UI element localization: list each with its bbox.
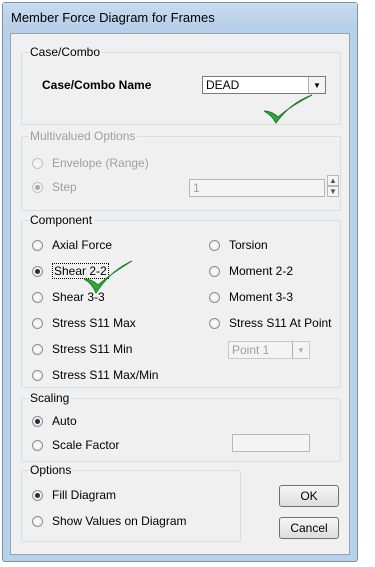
envelope-radio-row[interactable]: Envelope (Range) [32, 155, 149, 171]
show-values-row[interactable]: Show Values on Diagram [32, 513, 187, 529]
axial-force-radio[interactable] [32, 239, 43, 251]
point-select[interactable]: Point 1 ▼ [228, 341, 310, 359]
ok-button[interactable]: OK [279, 485, 339, 507]
shear-3-3-radio[interactable] [32, 291, 43, 303]
fill-diagram-radio[interactable] [32, 489, 43, 501]
step-spinner[interactable]: ▲ ▼ [327, 175, 339, 199]
step-value: 1 [193, 181, 200, 195]
cancel-button[interactable]: Cancel [279, 517, 339, 539]
stress-s11-max-label: Stress S11 Max [52, 316, 136, 330]
auto-radio-row[interactable]: Auto [32, 413, 77, 429]
point-selected-value: Point 1 [232, 343, 270, 357]
window-title: Member Force Diagram for Frames [11, 10, 215, 25]
dialog-body: Case/Combo Case/Combo Name DEAD ▼ Multiv… [10, 33, 350, 555]
scale-factor-radio-row[interactable]: Scale Factor [32, 437, 119, 453]
stress-s11-at-point-label: Stress S11 At Point [229, 316, 332, 330]
case-combo-name-label: Case/Combo Name [42, 78, 152, 92]
step-radio[interactable] [32, 181, 43, 193]
scale-factor-label: Scale Factor [52, 438, 120, 452]
green-checkmark-icon [263, 94, 313, 124]
scale-factor-radio[interactable] [32, 439, 43, 451]
moment-3-3-label: Moment 3-3 [229, 290, 294, 304]
stress-s11-min-radio[interactable] [32, 343, 43, 355]
step-radio-row[interactable]: Step [32, 179, 77, 195]
radio-row-stress-s11-maxmin[interactable]: Stress S11 Max/Min [32, 367, 158, 383]
multivalued-options-group: Multivalued Options Envelope (Range) Ste… [21, 129, 341, 211]
auto-radio[interactable] [32, 415, 43, 427]
case-combo-legend: Case/Combo [28, 45, 103, 59]
green-checkmark-icon [83, 260, 133, 295]
component-group: Component Axial Force Shear 2-2 Shear 3-… [21, 213, 341, 388]
shear-2-2-radio[interactable] [32, 265, 43, 277]
fill-diagram-label: Fill Diagram [52, 488, 117, 502]
moment-2-2-label: Moment 2-2 [229, 264, 294, 278]
radio-row-moment-3-3[interactable]: Moment 3-3 [209, 289, 293, 305]
moment-3-3-radio[interactable] [209, 291, 220, 303]
torsion-radio[interactable] [209, 239, 220, 251]
fill-diagram-row[interactable]: Fill Diagram [32, 487, 116, 503]
dialog-window: Member Force Diagram for Frames Case/Com… [2, 2, 358, 562]
step-input[interactable]: 1 [189, 179, 325, 197]
options-group: Options Fill Diagram Show Values on Diag… [21, 463, 241, 542]
case-combo-selected-value: DEAD [206, 78, 240, 92]
scale-factor-input[interactable] [232, 434, 310, 452]
multivalued-legend: Multivalued Options [28, 129, 138, 143]
show-values-label: Show Values on Diagram [52, 514, 187, 528]
stress-s11-at-point-radio[interactable] [209, 317, 220, 329]
component-legend: Component [28, 213, 95, 227]
auto-label: Auto [52, 414, 77, 428]
options-legend: Options [28, 463, 74, 477]
envelope-label: Envelope (Range) [52, 156, 149, 170]
title-bar[interactable]: Member Force Diagram for Frames [3, 3, 357, 31]
radio-row-torsion[interactable]: Torsion [209, 237, 268, 253]
radio-row-stress-s11-at-point[interactable]: Stress S11 At Point [209, 315, 332, 331]
scaling-group: Scaling Auto Scale Factor [21, 391, 341, 462]
stress-s11-maxmin-label: Stress S11 Max/Min [52, 368, 159, 382]
chevron-down-icon[interactable]: ▼ [292, 342, 309, 358]
spin-up-icon[interactable]: ▲ [327, 175, 339, 186]
spin-down-icon[interactable]: ▼ [327, 186, 339, 197]
axial-force-label: Axial Force [52, 238, 113, 252]
radio-row-axial-force[interactable]: Axial Force [32, 237, 112, 253]
show-values-radio[interactable] [32, 515, 43, 527]
torsion-label: Torsion [229, 238, 268, 252]
stress-s11-maxmin-radio[interactable] [32, 369, 43, 381]
radio-row-stress-s11-min[interactable]: Stress S11 Min [32, 341, 132, 357]
radio-row-stress-s11-max[interactable]: Stress S11 Max [32, 315, 136, 331]
radio-row-moment-2-2[interactable]: Moment 2-2 [209, 263, 293, 279]
stress-s11-max-radio[interactable] [32, 317, 43, 329]
step-label: Step [52, 180, 77, 194]
moment-2-2-radio[interactable] [209, 265, 220, 277]
scaling-legend: Scaling [28, 391, 72, 405]
stress-s11-min-label: Stress S11 Min [52, 342, 133, 356]
envelope-radio[interactable] [32, 157, 43, 169]
case-combo-group: Case/Combo Case/Combo Name DEAD ▼ [21, 45, 341, 125]
